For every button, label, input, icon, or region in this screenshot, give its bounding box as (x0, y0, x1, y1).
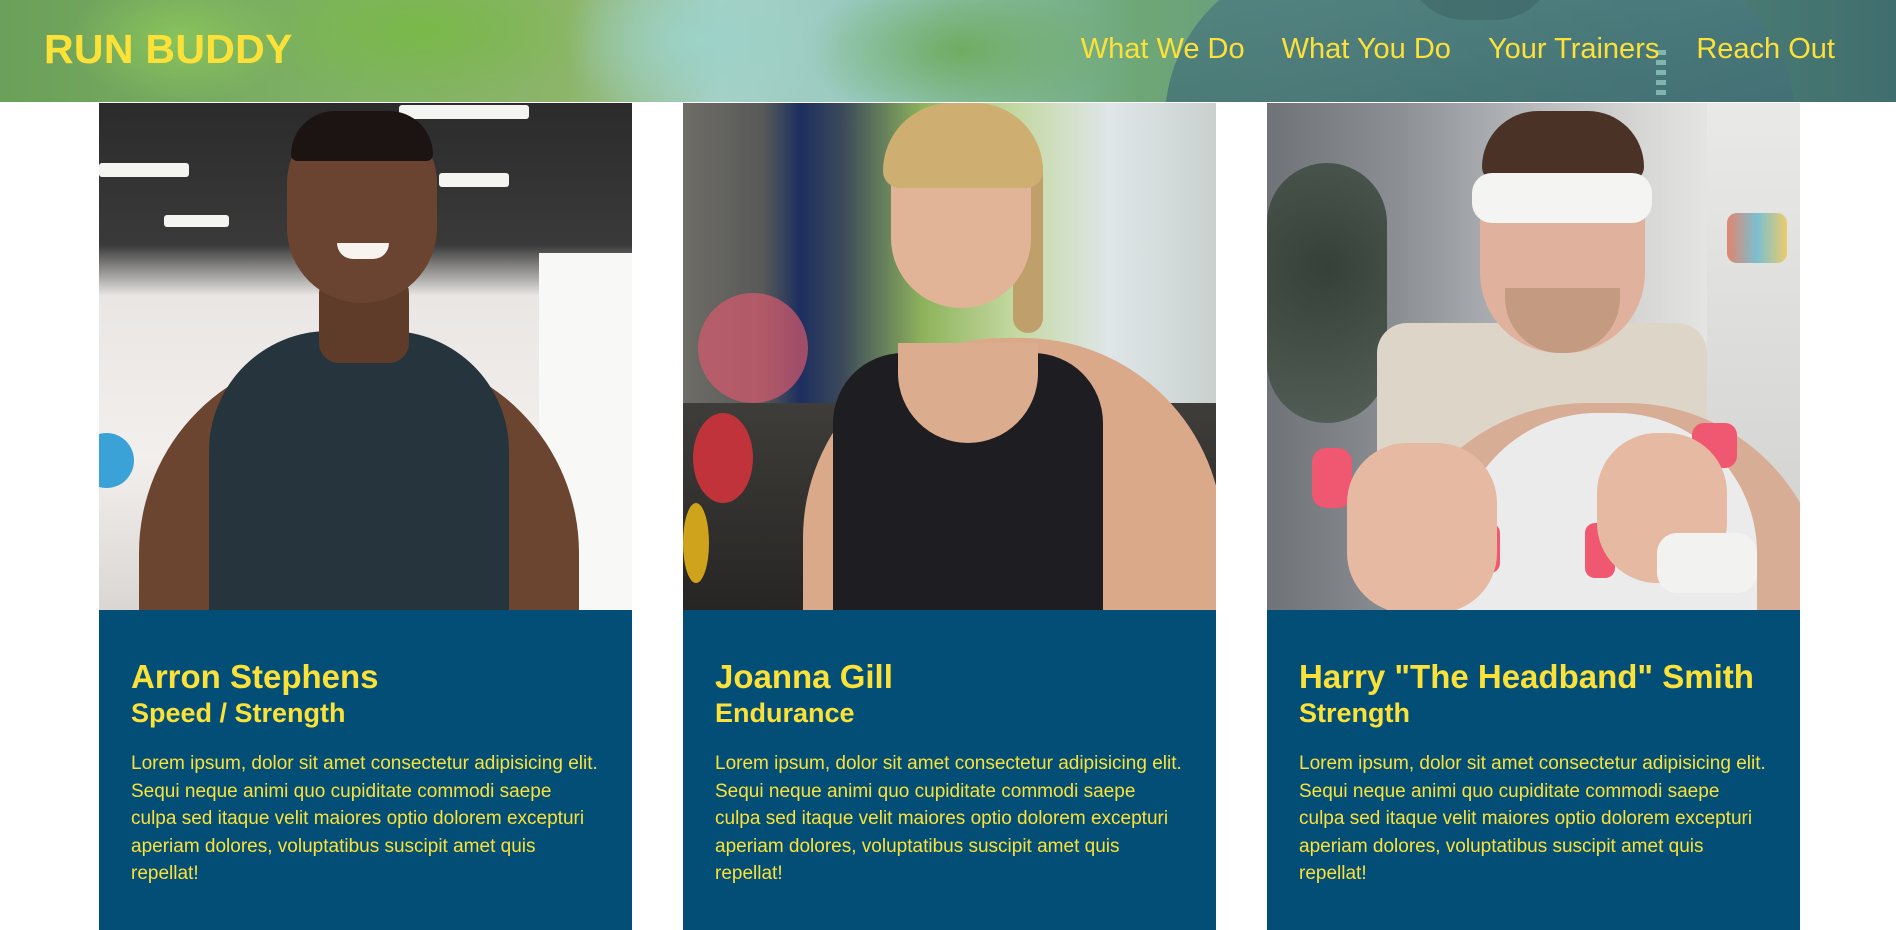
trainer-bio: Lorem ipsum, dolor sit amet consectetur … (1299, 753, 1766, 884)
site-logo[interactable]: RUN BUDDY (44, 26, 293, 73)
trainer-card: Harry "The Headband" Smith Strength Lore… (1267, 103, 1800, 930)
ceiling-light (399, 105, 529, 119)
dumbbell (1312, 448, 1352, 508)
trainer-smile (337, 243, 389, 259)
trainer-name: Harry "The Headband" Smith (1299, 658, 1754, 695)
weight-plate (693, 413, 753, 503)
trainer-role: Strength (1299, 698, 1410, 728)
background-person (698, 293, 808, 403)
trainer-info: Joanna Gill Endurance Lorem ipsum, dolor… (683, 610, 1216, 930)
trainer-name: Joanna Gill (715, 658, 893, 695)
exercise-ball (99, 433, 134, 488)
trainer-photo (99, 103, 632, 610)
trainer-name: Arron Stephens (131, 658, 379, 695)
trainer-info: Arron Stephens Speed / Strength Lorem ip… (99, 610, 632, 930)
trainer-headband (1472, 173, 1652, 223)
main-nav: What We Do What You Do Your Trainers Rea… (1081, 33, 1835, 66)
trainer-tank-top (209, 331, 509, 610)
nav-link-what-you-do[interactable]: What You Do (1282, 33, 1451, 66)
trainer-bio: Lorem ipsum, dolor sit amet consectetur … (131, 753, 598, 884)
weight-plate (683, 503, 709, 583)
houseplant (1267, 163, 1387, 423)
nav-link-your-trainers[interactable]: Your Trainers (1488, 33, 1659, 66)
trainer-fist (1347, 443, 1497, 610)
nav-link-what-we-do[interactable]: What We Do (1081, 33, 1245, 66)
wristband (1657, 533, 1757, 593)
site-header: RUN BUDDY What We Do What You Do Your Tr… (0, 0, 1896, 102)
ceiling-light (99, 163, 189, 177)
trainer-role: Endurance (715, 698, 855, 728)
trainer-photo (1267, 103, 1800, 610)
trainer-bio: Lorem ipsum, dolor sit amet consectetur … (715, 753, 1182, 884)
trainer-info: Harry "The Headband" Smith Strength Lore… (1267, 610, 1800, 930)
trainers-section: Arron Stephens Speed / Strength Lorem ip… (99, 103, 1800, 930)
nav-link-reach-out[interactable]: Reach Out (1696, 33, 1835, 66)
trainer-photo (683, 103, 1216, 610)
trainer-hair (883, 103, 1043, 188)
trainer-card: Arron Stephens Speed / Strength Lorem ip… (99, 103, 632, 930)
trainer-hair (291, 111, 433, 161)
ceiling-light (439, 173, 509, 187)
ceiling-light (164, 215, 229, 227)
trainer-role: Speed / Strength (131, 698, 346, 728)
shelf-items (1727, 213, 1787, 263)
trainer-hair (1482, 111, 1644, 181)
trainer-card: Joanna Gill Endurance Lorem ipsum, dolor… (683, 103, 1216, 930)
